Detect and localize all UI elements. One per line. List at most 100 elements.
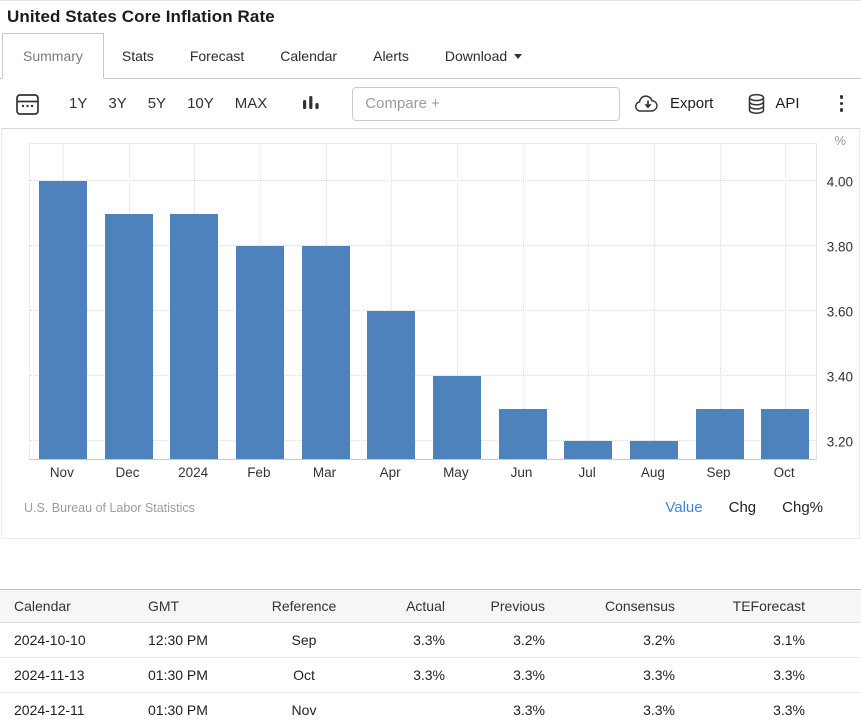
cell-teforecast: 3.3% [683, 658, 861, 693]
col-header-consensus: Consensus [553, 590, 683, 623]
bar-jun[interactable] [499, 409, 547, 459]
gridline [588, 144, 589, 459]
tab-stats[interactable]: Stats [104, 33, 172, 78]
bar-dec[interactable] [105, 214, 153, 460]
cell-calendar: 2024-10-10 [0, 623, 140, 658]
tab-alerts[interactable]: Alerts [355, 33, 427, 78]
tab-forecast[interactable]: Forecast [172, 33, 262, 78]
page-title: United States Core Inflation Rate [7, 7, 275, 27]
bar-aug[interactable] [630, 441, 678, 459]
database-icon [746, 93, 767, 115]
cell-previous: 3.3% [453, 658, 553, 693]
cell-consensus: 3.3% [553, 693, 683, 727]
tab-calendar[interactable]: Calendar [262, 33, 355, 78]
tab-download[interactable]: Download [427, 33, 540, 78]
y-tick-label: 3.60 [827, 305, 853, 320]
cell-gmt: 01:30 PM [140, 693, 258, 727]
bar-feb[interactable] [236, 246, 284, 459]
x-tick-label: Nov [29, 465, 95, 480]
range-max-button[interactable]: MAX [235, 95, 268, 112]
cell-reference: Oct [258, 658, 350, 693]
gridline [654, 144, 655, 459]
plot-area[interactable] [29, 143, 817, 460]
calendar-table: CalendarGMTReferenceActualPreviousConsen… [0, 589, 861, 727]
chart-card: NovDec2024FebMarAprMayJunJulAugSepOct 3.… [1, 128, 860, 539]
display-mode-links: Value Chg Chg% [665, 499, 823, 516]
x-tick-label: May [423, 465, 489, 480]
x-tick-label: Oct [751, 465, 817, 480]
cell-actual: 3.3% [350, 623, 453, 658]
table-header-row: CalendarGMTReferenceActualPreviousConsen… [0, 590, 861, 623]
y-axis-labels: 3.203.403.603.804.00 [819, 143, 853, 460]
cell-previous: 3.2% [453, 623, 553, 658]
mode-value-link[interactable]: Value [665, 499, 702, 516]
source-attribution: U.S. Bureau of Labor Statistics [24, 501, 195, 515]
mode-chgpct-link[interactable]: Chg% [782, 499, 823, 516]
col-header-reference: Reference [258, 590, 350, 623]
bar-jul[interactable] [564, 441, 612, 459]
cell-reference: Nov [258, 693, 350, 727]
cell-calendar: 2024-12-11 [0, 693, 140, 727]
bar-oct[interactable] [761, 409, 809, 459]
toolbar-right: Export API [634, 91, 847, 116]
chevron-down-icon [514, 54, 522, 59]
x-tick-label: Sep [686, 465, 752, 480]
y-tick-label: 3.80 [827, 240, 853, 255]
cell-gmt: 01:30 PM [140, 658, 258, 693]
y-axis-unit: % [834, 133, 846, 148]
x-tick-label: Feb [226, 465, 292, 480]
cell-teforecast: 3.1% [683, 623, 861, 658]
col-header-gmt: GMT [140, 590, 258, 623]
kebab-menu-icon [840, 95, 844, 99]
gridline [30, 180, 816, 181]
date-range-button[interactable] [14, 91, 41, 117]
tab-alerts-label: Alerts [373, 48, 409, 64]
more-options-button[interactable] [836, 91, 848, 116]
cell-reference: Sep [258, 623, 350, 658]
bar-apr[interactable] [367, 311, 415, 459]
x-tick-label: Apr [357, 465, 423, 480]
table-row[interactable]: 2024-10-1012:30 PMSep3.3%3.2%3.2%3.1% [0, 623, 861, 658]
bar-chart-icon [302, 94, 320, 114]
x-tick-label: 2024 [160, 465, 226, 480]
range-10y-button[interactable]: 10Y [187, 95, 214, 112]
chart-toolbar: 1Y 3Y 5Y 10Y MAX Export [0, 79, 861, 128]
compare-input[interactable] [352, 87, 620, 121]
export-button[interactable]: Export [634, 94, 713, 114]
chart-type-button[interactable] [302, 94, 320, 114]
bar-nov[interactable] [39, 181, 87, 459]
mode-chg-link[interactable]: Chg [729, 499, 757, 516]
cell-actual: 3.3% [350, 658, 453, 693]
bar-sep[interactable] [696, 409, 744, 459]
calendar-icon [14, 91, 41, 117]
col-header-teforecast: TEForecast [683, 590, 861, 623]
bar-mar[interactable] [302, 246, 350, 459]
x-axis-labels: NovDec2024FebMarAprMayJunJulAugSepOct [29, 465, 817, 483]
api-button[interactable]: API [746, 93, 799, 115]
range-3y-button[interactable]: 3Y [108, 95, 126, 112]
tab-calendar-label: Calendar [280, 48, 337, 64]
tab-summary[interactable]: Summary [2, 33, 104, 79]
range-5y-button[interactable]: 5Y [148, 95, 166, 112]
bar-2024[interactable] [170, 214, 218, 460]
tab-stats-label: Stats [122, 48, 154, 64]
cell-gmt: 12:30 PM [140, 623, 258, 658]
tab-summary-label: Summary [23, 48, 83, 64]
bar-may[interactable] [433, 376, 481, 459]
x-tick-label: Jun [489, 465, 555, 480]
page-header: United States Core Inflation Rate [0, 1, 861, 33]
cell-calendar: 2024-11-13 [0, 658, 140, 693]
tab-bar: Summary Stats Forecast Calendar Alerts D… [0, 33, 861, 79]
export-label: Export [670, 95, 713, 112]
col-header-actual: Actual [350, 590, 453, 623]
cell-consensus: 3.3% [553, 658, 683, 693]
x-tick-label: Mar [292, 465, 358, 480]
cell-consensus: 3.2% [553, 623, 683, 658]
y-tick-label: 3.20 [827, 435, 853, 450]
range-1y-button[interactable]: 1Y [69, 95, 87, 112]
table-row[interactable]: 2024-11-1301:30 PMOct3.3%3.3%3.3%3.3% [0, 658, 861, 693]
y-tick-label: 4.00 [827, 175, 853, 190]
calendar-table-section: CalendarGMTReferenceActualPreviousConsen… [0, 589, 861, 727]
export-cloud-icon [634, 94, 662, 114]
table-row[interactable]: 2024-12-1101:30 PMNov3.3%3.3%3.3% [0, 693, 861, 727]
